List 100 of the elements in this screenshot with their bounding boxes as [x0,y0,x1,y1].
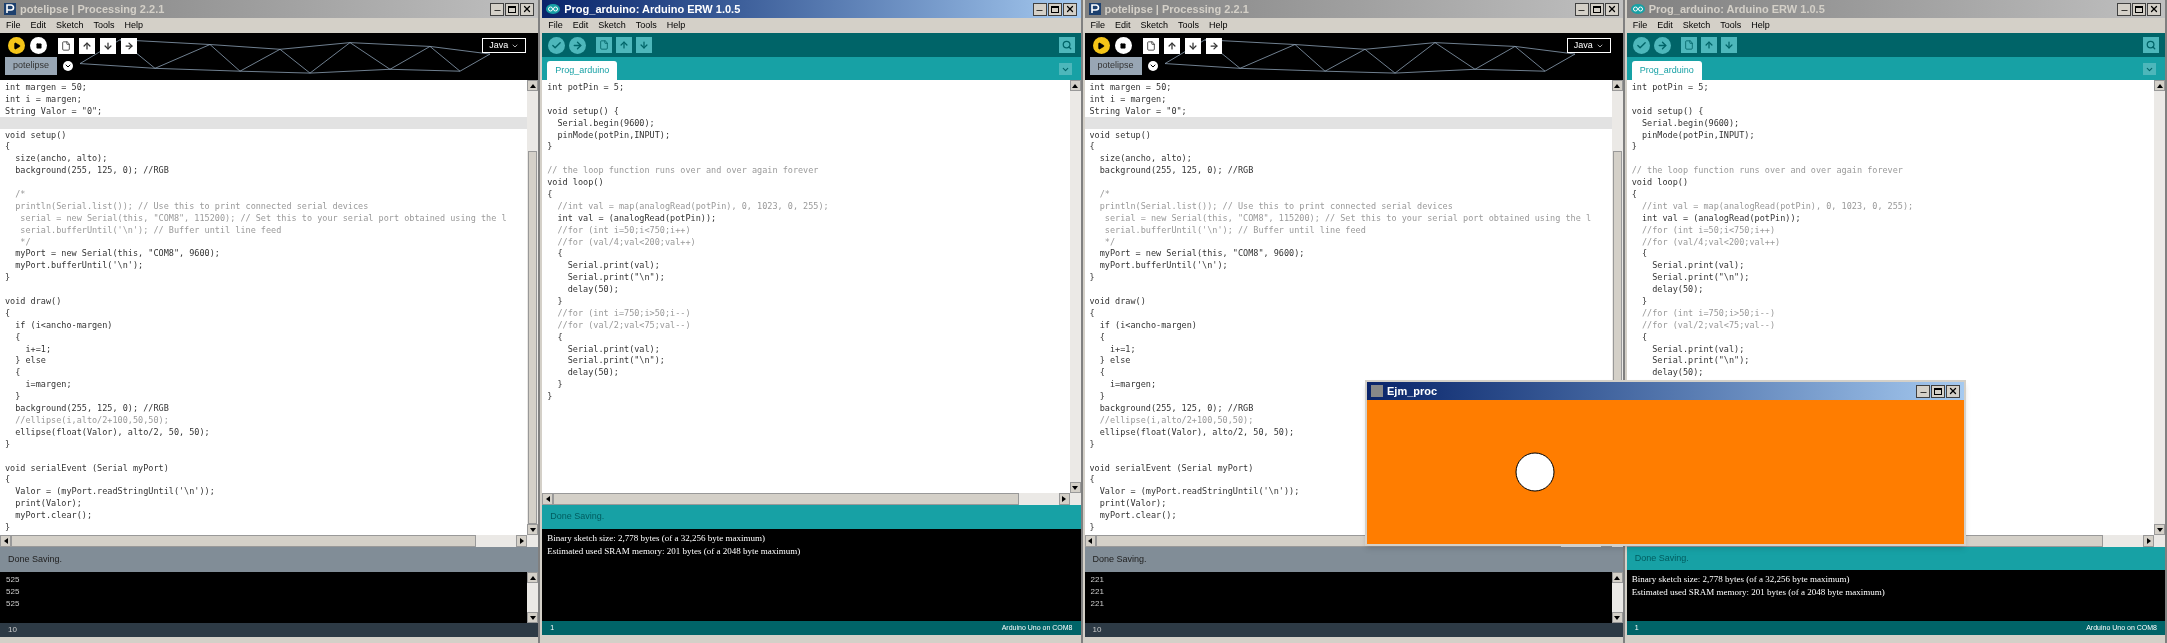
close-button[interactable] [1604,2,1619,16]
code-line: { [1641,330,1648,343]
upload-button[interactable] [569,36,587,54]
vertical-scrollbar[interactable] [527,572,539,623]
code-line: Valor = (myPort.readStringUntil('\n')); [1098,485,1300,498]
code-line: } [1089,520,1095,533]
ball-drawing [1515,452,1555,492]
stop-button[interactable] [30,37,47,54]
tab-menu-button[interactable] [1147,61,1158,71]
close-icon [1064,4,1075,14]
upload-button[interactable] [1653,36,1671,54]
maximize-button[interactable] [2132,2,2146,16]
minimize-button[interactable] [1916,384,1930,398]
close-button[interactable] [1062,2,1077,16]
menu-item[interactable]: Tools [635,18,657,33]
code-comment: println(Serial.list()); // Use this to print connected serial devices [1098,199,1453,212]
minimize-button[interactable] [1574,2,1589,16]
arrow-right-icon [572,39,584,51]
menu-item[interactable]: Help [124,18,144,33]
code-comment: //for (int i=750;i>50;i--) [556,306,691,319]
serial-monitor-button[interactable] [2143,37,2159,53]
horizontal-scrollbar[interactable] [542,493,1081,505]
menu-item[interactable]: Help [1751,18,1770,33]
export-button[interactable] [1205,37,1222,54]
code-line: i=margen; [24,378,72,391]
menu-item[interactable]: Help [1209,18,1228,33]
verify-button[interactable] [1632,36,1650,54]
arrow-up-icon [1166,40,1177,51]
code-line: myPort.bufferUntil('\n'); [14,259,144,272]
maximize-button[interactable] [505,2,520,16]
menu-item[interactable]: Edit [1657,18,1673,33]
open-button[interactable] [79,37,95,54]
minimize-button[interactable] [2117,2,2131,16]
scrollbar-thumb[interactable] [528,151,538,524]
maximize-button[interactable] [1589,2,1604,16]
vertical-scrollbar[interactable] [1611,572,1623,623]
tab-menu-button[interactable] [63,61,74,71]
code-line: Serial.print("\n"); [1651,354,1750,367]
minimize-button[interactable] [490,2,505,16]
code-line: background(255, 125, 0); //RGB [14,164,169,177]
mode-dropdown[interactable]: Java [1566,38,1611,53]
vertical-scrollbar[interactable] [2154,80,2165,535]
horizontal-scrollbar[interactable] [0,535,539,547]
stop-icon [1120,42,1126,49]
close-button[interactable] [1946,384,1960,398]
menu-item[interactable]: File [6,18,21,33]
new-button[interactable] [58,37,74,54]
status-message: Done Saving. [8,552,63,566]
close-button[interactable] [520,2,535,16]
code-comment: */ [19,235,31,248]
serial-monitor-button[interactable] [1058,37,1075,53]
console-line: 221 [1090,598,1105,610]
minimize-button[interactable] [1032,2,1047,16]
menu-item[interactable]: Tools [93,18,115,33]
code-line: String Valor = "0"; [1089,104,1187,117]
code-line: print(Valor); [14,497,82,510]
menu-item[interactable]: Help [666,18,686,33]
code-line: { [14,366,21,379]
menu-item[interactable]: Tools [1720,18,1742,33]
code-line: delay(50); [566,366,619,379]
export-button[interactable] [121,37,137,54]
code-comment: serial.bufferUntil('\n'); // Buffer until line feed [19,223,282,236]
code-comment: //for (int i=750;i>50;i--) [1641,306,1776,319]
menu-item[interactable]: Sketch [1140,18,1169,33]
menu-item[interactable]: File [1090,18,1105,33]
menu-item[interactable]: Edit [30,18,47,33]
vertical-scrollbar[interactable] [527,80,539,535]
run-button[interactable] [8,37,25,54]
scroll-up-icon [1072,83,1078,88]
code-line: } [5,271,11,284]
menu-item[interactable]: Edit [1115,18,1131,33]
save-button[interactable] [1184,37,1201,54]
code-comment: //int val = map(analogRead(potPin), 0, 1023, 0, 255); [1641,199,1914,212]
new-button[interactable] [1142,37,1159,54]
code-line: int margen = 50; [1089,81,1172,93]
maximize-button[interactable] [1931,384,1945,398]
menu-item[interactable]: File [548,18,563,33]
menu-item[interactable]: Sketch [1682,18,1711,33]
sketch-tab[interactable]: potelipse [5,57,58,75]
scroll-left-icon [545,496,550,502]
code-line: Serial.begin(9600); [556,116,655,129]
menu-item[interactable]: Tools [1178,18,1200,33]
run-button[interactable] [1092,37,1110,54]
menu-item[interactable]: Sketch [56,18,84,33]
vertical-scrollbar[interactable] [1069,80,1081,493]
stop-button[interactable] [1114,37,1132,54]
sketch-tab[interactable]: potelipse [1089,57,1142,75]
file-icon [1683,40,1694,50]
arrow-down-icon [1723,40,1734,50]
save-button[interactable] [100,37,116,54]
mode-dropdown[interactable]: Java [482,38,527,53]
verify-button[interactable] [548,36,566,54]
maximize-button[interactable] [1047,2,1062,16]
menu-item[interactable]: File [1632,18,1648,33]
code-line: { [1089,306,1095,319]
menu-item[interactable]: Sketch [598,18,626,33]
close-button[interactable] [2147,2,2161,16]
menu-item[interactable]: Edit [572,18,589,33]
open-button[interactable] [1163,37,1180,54]
arrow-right-icon [1208,40,1219,51]
